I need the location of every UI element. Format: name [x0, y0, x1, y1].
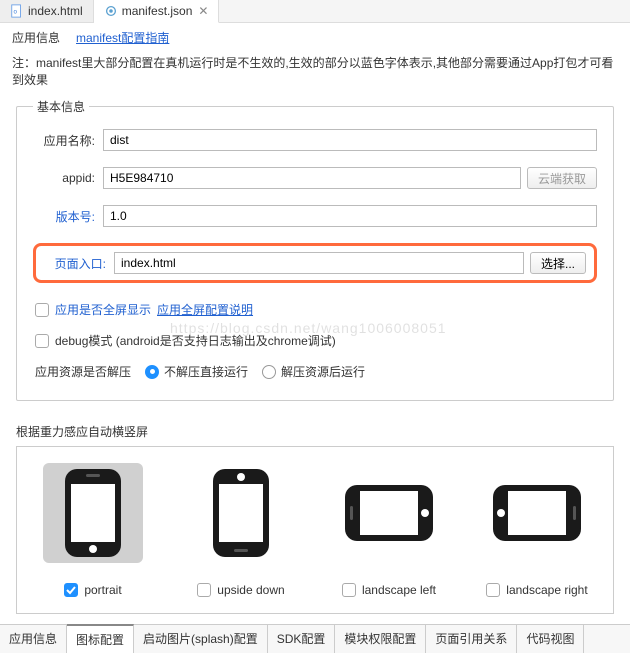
note-text: 注：manifest里大部分配置在真机运行时是不生效的,生效的部分以蓝色字体表示…	[0, 50, 630, 98]
btab-app-info[interactable]: 应用信息	[0, 625, 67, 653]
subtab-app-info[interactable]: 应用信息	[12, 29, 60, 46]
unzip-radio-row: 应用资源是否解压 不解压直接运行 解压资源后运行	[33, 363, 597, 380]
debug-label: debug模式 (android是否支持日志输出及chrome调试)	[55, 332, 336, 349]
landscape-right-label: landscape right	[506, 583, 587, 597]
portrait-label: portrait	[84, 583, 121, 597]
landscape-right-checkbox[interactable]	[486, 583, 500, 597]
landscape-left-label: landscape left	[362, 583, 436, 597]
upside-down-label: upside down	[217, 583, 284, 597]
close-icon[interactable]: ✕	[198, 4, 208, 18]
orientation-landscape-left[interactable]	[339, 463, 439, 563]
unzip-opt1-label: 不解压直接运行	[164, 363, 248, 380]
fullscreen-checkbox[interactable]	[35, 303, 49, 317]
app-name-label: 应用名称:	[33, 132, 103, 149]
debug-checkbox[interactable]	[35, 334, 49, 348]
appid-input[interactable]	[103, 167, 521, 189]
appid-label: appid:	[33, 171, 103, 185]
orientation-portrait[interactable]	[43, 463, 143, 563]
btab-sdk-config[interactable]: SDK配置	[268, 625, 336, 653]
btab-page-refs[interactable]: 页面引用关系	[426, 625, 517, 653]
app-name-input[interactable]	[103, 129, 597, 151]
btab-splash-config[interactable]: 启动图片(splash)配置	[134, 625, 268, 653]
fieldset-legend: 基本信息	[33, 98, 89, 115]
unzip-radio-no[interactable]	[145, 365, 159, 379]
bottom-tab-bar: 应用信息 图标配置 启动图片(splash)配置 SDK配置 模块权限配置 页面…	[0, 624, 630, 653]
html-file-icon: o	[10, 4, 24, 18]
debug-check-row: debug模式 (android是否支持日志输出及chrome调试)	[33, 332, 597, 349]
entry-label: 页面入口:	[44, 255, 114, 272]
entry-input[interactable]	[114, 252, 524, 274]
file-tabs: o index.html manifest.json ✕	[0, 0, 630, 23]
orientation-title: 根据重力感应自动横竖屏	[0, 415, 630, 446]
subtab-manifest-guide-link[interactable]: manifest配置指南	[76, 29, 169, 46]
version-label: 版本号:	[33, 208, 103, 225]
upside-down-checkbox[interactable]	[197, 583, 211, 597]
orientation-box: portrait upside down landscape left land…	[16, 446, 614, 614]
landscape-left-checkbox[interactable]	[342, 583, 356, 597]
portrait-checkbox[interactable]	[64, 583, 78, 597]
orientation-upside-down[interactable]	[191, 463, 291, 563]
tab-index-html[interactable]: o index.html	[0, 0, 94, 22]
tab-label: manifest.json	[122, 4, 193, 18]
unzip-label: 应用资源是否解压	[35, 363, 131, 380]
basic-info-fieldset: 基本信息 应用名称: appid: 云端获取 版本号: 页面入口: 选择... …	[16, 98, 614, 401]
tab-label: index.html	[28, 4, 83, 18]
select-button[interactable]: 选择...	[530, 252, 586, 274]
fullscreen-help-link[interactable]: 应用全屏配置说明	[157, 301, 253, 318]
btab-code-view[interactable]: 代码视图	[517, 625, 584, 653]
orientation-landscape-right[interactable]	[487, 463, 587, 563]
version-input[interactable]	[103, 205, 597, 227]
btab-module-perm[interactable]: 模块权限配置	[335, 625, 426, 653]
unzip-opt2-label: 解压资源后运行	[281, 363, 365, 380]
fullscreen-label: 应用是否全屏显示	[55, 301, 151, 318]
svg-text:o: o	[14, 9, 18, 16]
btab-icon-config[interactable]: 图标配置	[67, 624, 134, 653]
unzip-radio-yes[interactable]	[262, 365, 276, 379]
page-entry-highlight: 页面入口: 选择...	[33, 243, 597, 283]
fullscreen-check-row: 应用是否全屏显示 应用全屏配置说明	[33, 301, 597, 318]
cloud-fetch-button[interactable]: 云端获取	[527, 167, 597, 189]
sub-tab-bar: 应用信息 manifest配置指南	[0, 23, 630, 50]
json-file-icon	[104, 4, 118, 18]
tab-manifest-json[interactable]: manifest.json ✕	[94, 0, 220, 23]
